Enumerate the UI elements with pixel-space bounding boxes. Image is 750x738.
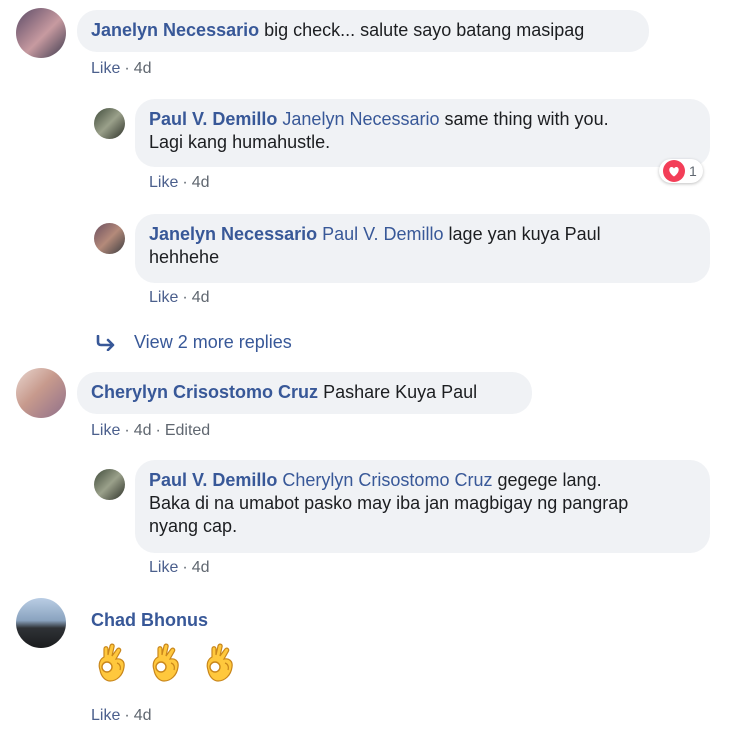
reply-bubble: Paul V. Demillo Cherylyn Crisostomo Cruz… xyxy=(135,460,710,553)
comment-author[interactable]: Janelyn Necessario xyxy=(91,20,259,40)
comment-text: hehhehe xyxy=(149,247,220,267)
comment-meta: Like · 4d xyxy=(91,707,151,725)
avatar[interactable] xyxy=(16,368,66,418)
like-link[interactable]: Like xyxy=(91,422,120,439)
reaction-count: 1 xyxy=(689,163,697,179)
comment-meta: Like · 4d xyxy=(91,60,151,78)
comment-author[interactable]: Janelyn Necessario xyxy=(149,224,317,244)
comment-text: Baka di na umabot pasko may iba jan magb… xyxy=(149,493,629,513)
like-link[interactable]: Like xyxy=(91,60,120,77)
mention-link[interactable]: Paul V. Demillo xyxy=(322,224,443,244)
mention-link[interactable]: Janelyn Necessario xyxy=(282,109,439,129)
comment-meta: Like · 4d xyxy=(149,174,209,192)
ok-hand-emoji-icon xyxy=(152,643,179,682)
reaction-badge[interactable]: 1 xyxy=(659,159,703,183)
emoji-content xyxy=(92,640,240,684)
meta-separator: · xyxy=(124,707,130,724)
comment-text: Lagi kang humahustle. xyxy=(149,132,331,152)
comment-text: same thing with you. xyxy=(444,109,609,129)
comment-author[interactable]: Paul V. Demillo xyxy=(149,109,277,129)
meta-separator: · xyxy=(124,60,130,77)
comment-text: nyang cap. xyxy=(149,516,238,536)
comment-author[interactable]: Chad Bhonus xyxy=(91,610,208,631)
mention-link[interactable]: Cherylyn Crisostomo Cruz xyxy=(282,470,492,490)
like-link[interactable]: Like xyxy=(91,707,120,724)
comment-time[interactable]: 4d xyxy=(134,60,152,77)
comment-bubble: Cherylyn Crisostomo Cruz Pashare Kuya Pa… xyxy=(77,372,532,414)
comment-meta: Like · 4d xyxy=(149,289,209,307)
view-more-replies-link[interactable]: View 2 more replies xyxy=(96,332,292,353)
reply-bubble: Janelyn Necessario Paul V. Demillo lage … xyxy=(135,214,710,283)
comment-meta: Like · 4d · Edited xyxy=(91,422,210,440)
meta-separator: · xyxy=(182,174,188,191)
heart-reaction-icon xyxy=(663,160,685,182)
comment-author[interactable]: Paul V. Demillo xyxy=(149,470,277,490)
comment-text: Pashare Kuya Paul xyxy=(323,382,478,402)
like-link[interactable]: Like xyxy=(149,289,178,306)
comment-time[interactable]: 4d xyxy=(134,422,152,439)
comment-text: lage yan kuya Paul xyxy=(448,224,601,244)
comment-author[interactable]: Cherylyn Crisostomo Cruz xyxy=(91,382,318,402)
comment-time[interactable]: 4d xyxy=(134,707,152,724)
meta-separator: · xyxy=(124,422,130,439)
avatar[interactable] xyxy=(94,469,125,500)
comment-time[interactable]: 4d xyxy=(192,174,210,191)
avatar[interactable] xyxy=(16,8,66,58)
comment-time[interactable]: 4d xyxy=(192,559,210,576)
avatar[interactable] xyxy=(94,223,125,254)
like-link[interactable]: Like xyxy=(149,174,178,191)
meta-separator: · xyxy=(182,559,188,576)
like-link[interactable]: Like xyxy=(149,559,178,576)
ok-hand-emoji-icon xyxy=(98,643,125,682)
avatar[interactable] xyxy=(16,598,66,648)
edited-label[interactable]: Edited xyxy=(165,422,210,439)
avatar[interactable] xyxy=(94,108,125,139)
comment-text: gegege lang. xyxy=(497,470,602,490)
reply-arrow-icon xyxy=(96,334,115,351)
comment-meta: Like · 4d xyxy=(149,559,209,577)
ok-hand-emoji-icon xyxy=(206,643,233,682)
comment-bubble: Janelyn Necessario big check... salute s… xyxy=(77,10,649,52)
reply-bubble: Paul V. Demillo Janelyn Necessario same … xyxy=(135,99,710,167)
view-more-label: View 2 more replies xyxy=(134,332,292,352)
comment-text: big check... salute sayo batang masipag xyxy=(264,20,585,40)
meta-separator: · xyxy=(182,289,188,306)
comment-time[interactable]: 4d xyxy=(192,289,210,306)
meta-separator: · xyxy=(155,422,161,439)
